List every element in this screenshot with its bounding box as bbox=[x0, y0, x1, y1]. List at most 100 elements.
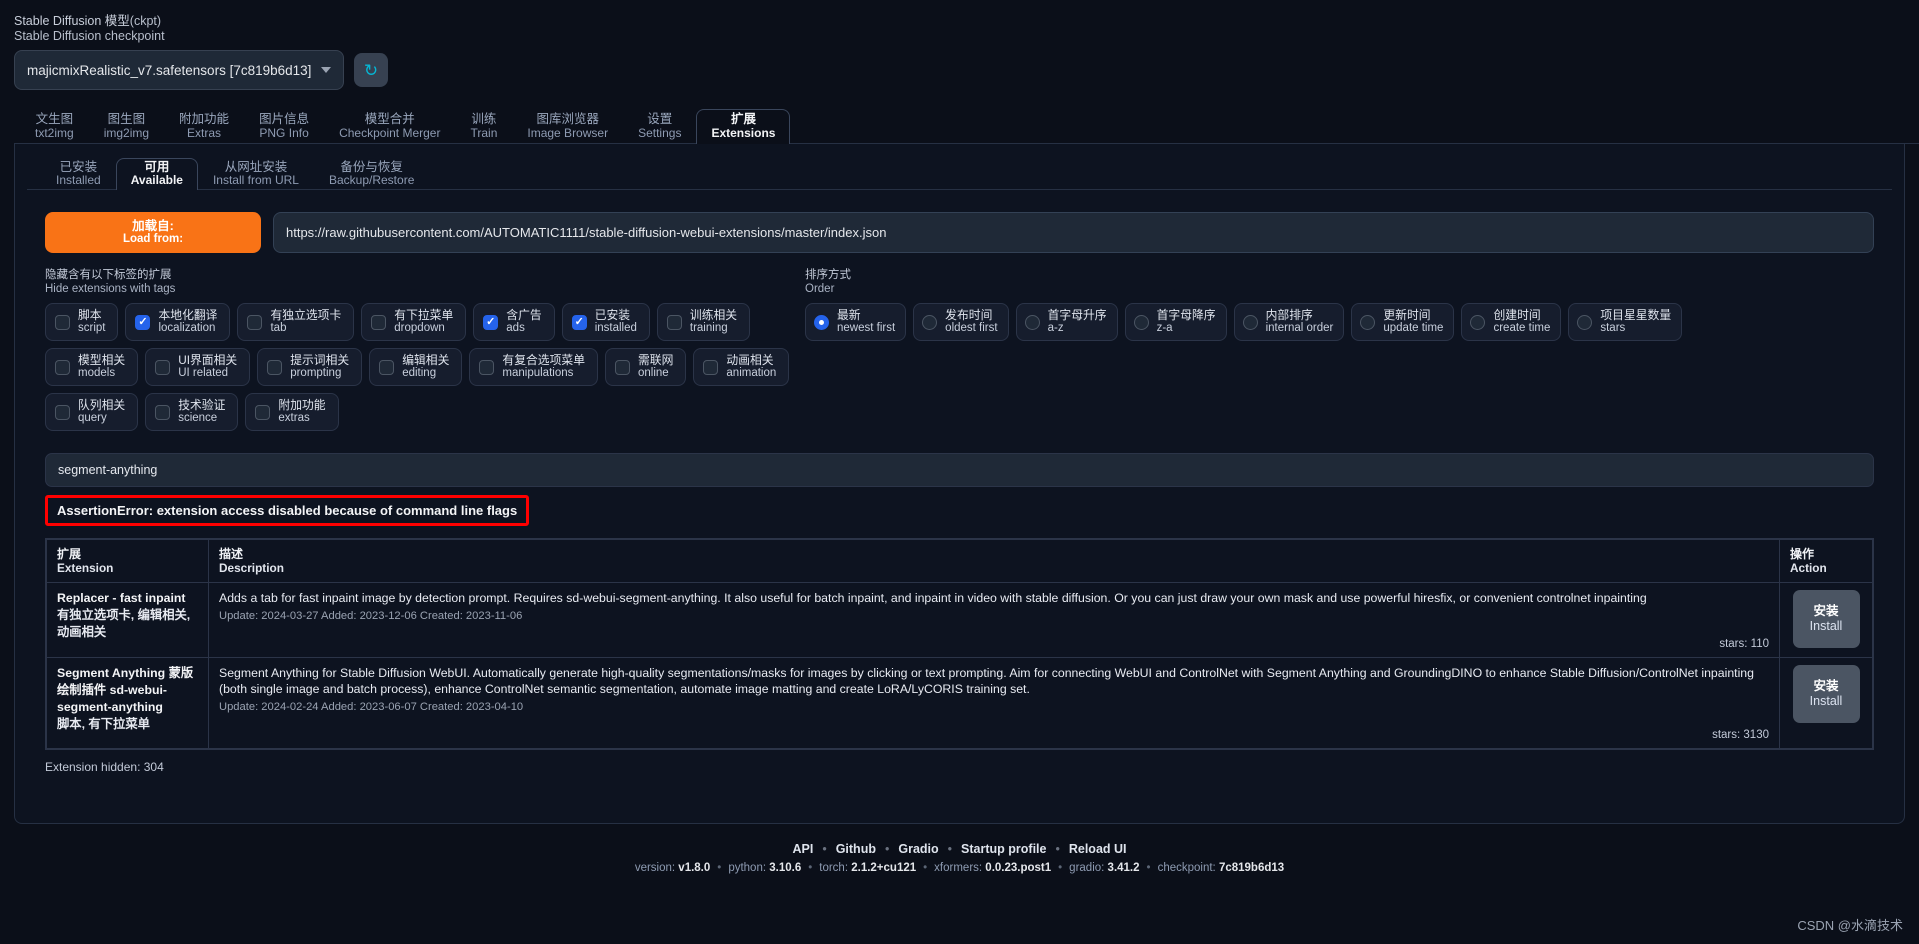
tag-chip-editing[interactable]: 编辑相关 editing bbox=[369, 348, 463, 386]
checkbox-icon[interactable] bbox=[155, 404, 171, 420]
tag-chip-training[interactable]: 训练相关 training bbox=[656, 303, 751, 341]
tag-chip-prompting[interactable]: 提示词相关 prompting bbox=[257, 348, 363, 386]
checkbox-icon[interactable] bbox=[155, 359, 171, 375]
checkpoint-section: Stable Diffusion 模型(ckpt) Stable Diffusi… bbox=[0, 0, 1919, 90]
tab-train[interactable]: 训练 Train bbox=[455, 109, 512, 144]
checkbox-icon[interactable] bbox=[135, 314, 151, 330]
column-header-description: 描述 Description bbox=[208, 539, 1780, 583]
error-message: AssertionError: extension access disable… bbox=[45, 495, 530, 526]
checkbox-icon[interactable] bbox=[483, 314, 499, 330]
order-option-z-a[interactable]: 首字母降序 z-a bbox=[1124, 303, 1227, 341]
extension-index-url-input[interactable]: https://raw.githubusercontent.com/AUTOMA… bbox=[273, 212, 1874, 253]
order-option-stars[interactable]: 项目星星数量 stars bbox=[1568, 303, 1683, 341]
tag-label-cn: 本地化翻译 bbox=[158, 308, 218, 322]
tag-chip-ads[interactable]: 含广告ads bbox=[473, 303, 555, 341]
tab-image-browser[interactable]: 图库浏览器 Image Browser bbox=[512, 109, 623, 144]
checkbox-icon[interactable] bbox=[371, 314, 387, 330]
checkbox-icon[interactable] bbox=[379, 359, 395, 375]
radio-icon[interactable] bbox=[922, 314, 938, 330]
checkbox-icon[interactable] bbox=[615, 359, 630, 375]
extension-description: Adds a tab for fast inpaint image by det… bbox=[219, 591, 1647, 605]
radio-icon[interactable] bbox=[814, 314, 829, 330]
tag-chip-script[interactable]: 脚本 script bbox=[45, 303, 119, 341]
order-options: 最新 newest first 发布时间 oldest first 首字母升序 a-z… bbox=[805, 303, 1874, 341]
radio-icon[interactable] bbox=[1133, 314, 1149, 330]
install-label-cn: 安装 bbox=[1813, 604, 1839, 618]
refresh-checkpoints-button[interactable]: ↻ bbox=[354, 53, 388, 87]
tab-extras[interactable]: 附加功能 Extras bbox=[164, 109, 244, 144]
load-from-button[interactable]: 加载自: Load from: bbox=[45, 212, 261, 253]
order-option-label-en: z-a bbox=[1156, 322, 1173, 334]
checkbox-icon[interactable] bbox=[703, 359, 719, 375]
footer-link-reload-ui[interactable]: Reload UI bbox=[1069, 842, 1127, 856]
extensions-table-wrapper: 扩展 Extension 描述 Description 操作 Action Repla… bbox=[45, 538, 1874, 750]
tag-chip-manipulations[interactable]: 有复合选项菜单 manipulations bbox=[469, 348, 598, 386]
tab-txt2img[interactable]: 文生图 txt2img bbox=[20, 109, 89, 144]
radio-icon[interactable] bbox=[1242, 314, 1258, 330]
order-option-newest-first[interactable]: 最新 newest first bbox=[805, 303, 907, 341]
tag-chip-online[interactable]: 需联网 online bbox=[605, 348, 687, 386]
subtab-label-cn: 从网址安装 bbox=[224, 160, 288, 174]
extensions-subtabbar: 已安装 Installed 可用 Available 从网址安装 Install fr… bbox=[27, 154, 1892, 190]
python-value: 3.10.6 bbox=[769, 862, 802, 874]
install-label-en: Install bbox=[1809, 619, 1843, 633]
tab-img2img[interactable]: 图生图 img2img bbox=[89, 109, 164, 144]
checkbox-icon[interactable] bbox=[666, 314, 682, 330]
table-header-row: 扩展 Extension 描述 Description 操作 Action bbox=[46, 539, 1873, 583]
footer-separator: • bbox=[884, 842, 890, 856]
radio-icon[interactable] bbox=[1360, 314, 1376, 330]
footer-link-github[interactable]: Github bbox=[836, 842, 876, 856]
search-input[interactable]: segment-anything bbox=[45, 453, 1874, 487]
tag-chip-installed[interactable]: 已安装installed bbox=[561, 303, 650, 341]
tag-chip-query[interactable]: 队列相关 query bbox=[45, 393, 139, 431]
hide-tags-chips: 脚本script 本地化翻译localization 有独立选项卡tab 有下拉… bbox=[45, 303, 793, 431]
install-button[interactable]: 安装 Install bbox=[1792, 590, 1860, 648]
tag-chip-dropdown[interactable]: 有下拉菜单 dropdown bbox=[361, 303, 467, 341]
checkbox-icon[interactable] bbox=[255, 404, 271, 420]
tag-chip-localization[interactable]: 本地化翻译localization bbox=[125, 303, 231, 341]
tag-chip-models[interactable]: 模型相关 models bbox=[45, 348, 139, 386]
tab-checkpoint-merger[interactable]: 模型合并 Checkpoint Merger bbox=[324, 109, 455, 144]
order-option-internal-order[interactable]: 内部排序 internal order bbox=[1233, 303, 1345, 341]
radio-icon[interactable] bbox=[1577, 314, 1593, 330]
checkbox-icon[interactable] bbox=[479, 359, 495, 375]
tab-label-cn: 图片信息 bbox=[259, 112, 310, 126]
order-option-oldest-first[interactable]: 发布时间 oldest first bbox=[913, 303, 1009, 341]
checkbox-icon[interactable] bbox=[55, 359, 70, 375]
checkpoint-dropdown[interactable]: majicmixRealistic_v7.safetensors [7c819b… bbox=[14, 50, 344, 90]
footer-link-api[interactable]: API bbox=[792, 842, 813, 856]
checkbox-icon[interactable] bbox=[55, 404, 70, 420]
tag-chip-science[interactable]: 技术验证 science bbox=[145, 393, 239, 431]
radio-icon[interactable] bbox=[1470, 314, 1486, 330]
tab-extensions[interactable]: 扩展 Extensions bbox=[696, 109, 791, 144]
install-button[interactable]: 安装 Install bbox=[1792, 665, 1860, 723]
order-option-a-z[interactable]: 首字母升序 a-z bbox=[1015, 303, 1118, 341]
tag-chip-tab[interactable]: 有独立选项卡 tab bbox=[237, 303, 355, 341]
order-option-create-time[interactable]: 创建时间 create time bbox=[1461, 303, 1562, 341]
tag-chip-animation[interactable]: 动画相关 animation bbox=[693, 348, 790, 386]
radio-icon[interactable] bbox=[1024, 314, 1040, 330]
tag-chip-extras[interactable]: 附加功能 extras bbox=[245, 393, 339, 431]
extension-stars: stars: 110 bbox=[1719, 638, 1769, 650]
subtab-install-from-url[interactable]: 从网址安装 Install from URL bbox=[198, 158, 314, 190]
xformers-value: 0.0.23.post1 bbox=[985, 862, 1052, 874]
footer-link-startup-profile[interactable]: Startup profile bbox=[961, 842, 1046, 856]
footer-links: API • Github • Gradio • Startup profile • Reload… bbox=[0, 842, 1919, 856]
table-row: Replacer - fast inpaint 有独立选项卡, 编辑相关, 动画… bbox=[46, 582, 1873, 658]
footer-link-gradio[interactable]: Gradio bbox=[898, 842, 938, 856]
checkbox-icon[interactable] bbox=[247, 314, 263, 330]
tag-chip-ui-related[interactable]: UI界面相关 UI related bbox=[145, 348, 251, 386]
subtab-available[interactable]: 可用 Available bbox=[115, 158, 198, 190]
tag-label-en: installed bbox=[594, 322, 637, 334]
extension-meta: Update: 2024-03-27 Added: 2023-12-06 Cre… bbox=[219, 610, 523, 622]
subtab-backup-restore[interactable]: 备份与恢复 Backup/Restore bbox=[314, 158, 429, 190]
checkbox-icon[interactable] bbox=[267, 359, 283, 375]
checkbox-icon[interactable] bbox=[55, 314, 70, 330]
order-option-label-cn: 发布时间 bbox=[945, 308, 993, 322]
subtab-installed[interactable]: 已安装 Installed bbox=[41, 158, 116, 190]
order-option-update-time[interactable]: 更新时间 update time bbox=[1351, 303, 1455, 341]
filters-row: 隐藏含有以下标签的扩展 Hide extensions with tags 脚本… bbox=[45, 269, 1874, 431]
checkbox-icon[interactable] bbox=[571, 314, 587, 330]
tab-png-info[interactable]: 图片信息 PNG Info bbox=[244, 109, 324, 144]
tab-settings[interactable]: 设置 Settings bbox=[623, 109, 696, 144]
